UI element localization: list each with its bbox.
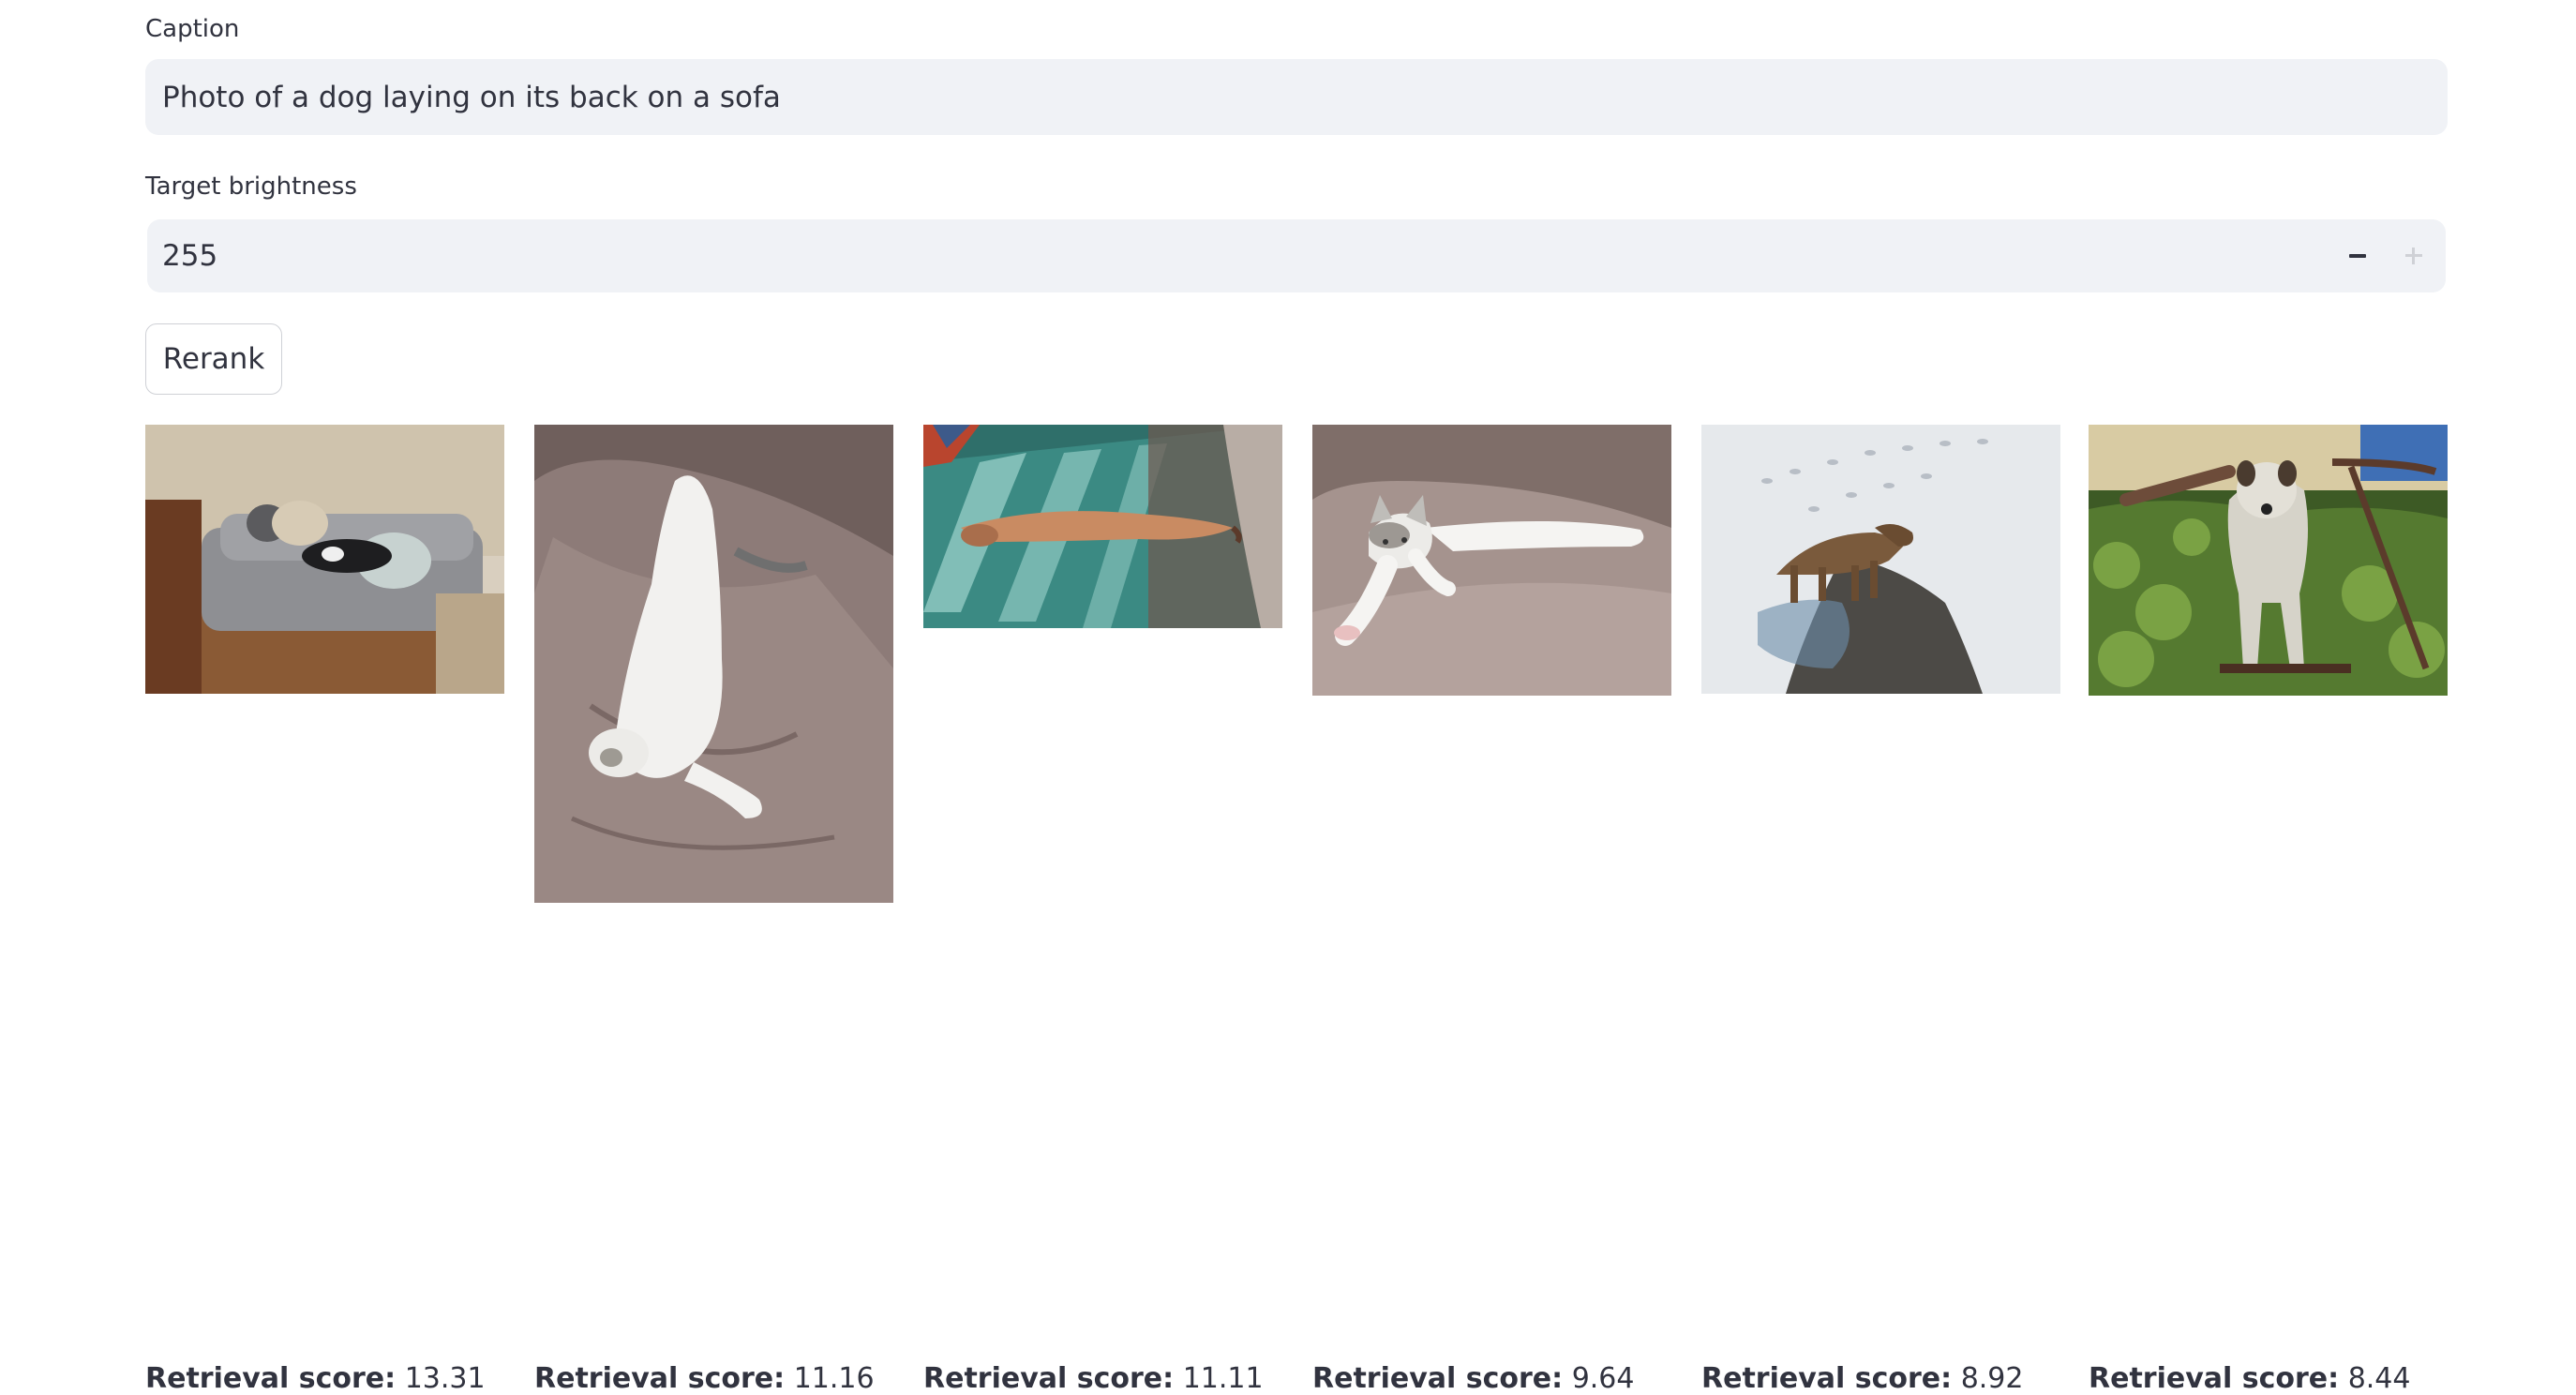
- score-value: 11.16: [793, 1362, 875, 1395]
- caption-input[interactable]: Photo of a dog laying on its back on a s…: [145, 59, 2448, 135]
- score-label: Retrieval score:: [534, 1362, 786, 1395]
- score-label: Retrieval score:: [1701, 1362, 1953, 1395]
- target-brightness-value: 255: [162, 239, 218, 273]
- result-image[interactable]: [2089, 425, 2448, 696]
- target-brightness-label: Target brightness: [145, 172, 357, 201]
- score-value: 8.92: [1960, 1362, 2024, 1395]
- retrieval-score: Retrieval score: 11.11: [923, 1362, 1264, 1395]
- score-value: 11.11: [1182, 1362, 1264, 1395]
- score-value: 9.64: [1571, 1362, 1635, 1395]
- rerank-button[interactable]: Rerank: [145, 323, 282, 395]
- plus-icon: [2405, 248, 2422, 264]
- score-label: Retrieval score:: [145, 1362, 397, 1395]
- caption-input-value: Photo of a dog laying on its back on a s…: [162, 80, 781, 114]
- retrieval-score: Retrieval score: 8.92: [1701, 1362, 2023, 1395]
- retrieval-score: Retrieval score: 9.64: [1312, 1362, 1634, 1395]
- score-value: 8.44: [2347, 1362, 2411, 1395]
- target-brightness-input[interactable]: 255: [147, 219, 2446, 292]
- retrieval-score: Retrieval score: 13.31: [145, 1362, 486, 1395]
- result-image[interactable]: [1701, 425, 2060, 694]
- minus-icon: [2349, 254, 2366, 258]
- retrieval-score: Retrieval score: 8.44: [2089, 1362, 2410, 1395]
- result-image[interactable]: [145, 425, 504, 694]
- score-label: Retrieval score:: [923, 1362, 1175, 1395]
- score-label: Retrieval score:: [2089, 1362, 2340, 1395]
- decrement-button[interactable]: [2329, 219, 2386, 292]
- result-image[interactable]: [1312, 425, 1671, 696]
- caption-label: Caption: [145, 15, 240, 43]
- score-value: 13.31: [404, 1362, 486, 1395]
- result-image[interactable]: [923, 425, 1282, 628]
- increment-button[interactable]: [2386, 219, 2442, 292]
- score-label: Retrieval score:: [1312, 1362, 1564, 1395]
- retrieval-score: Retrieval score: 11.16: [534, 1362, 875, 1395]
- result-image[interactable]: [534, 425, 893, 903]
